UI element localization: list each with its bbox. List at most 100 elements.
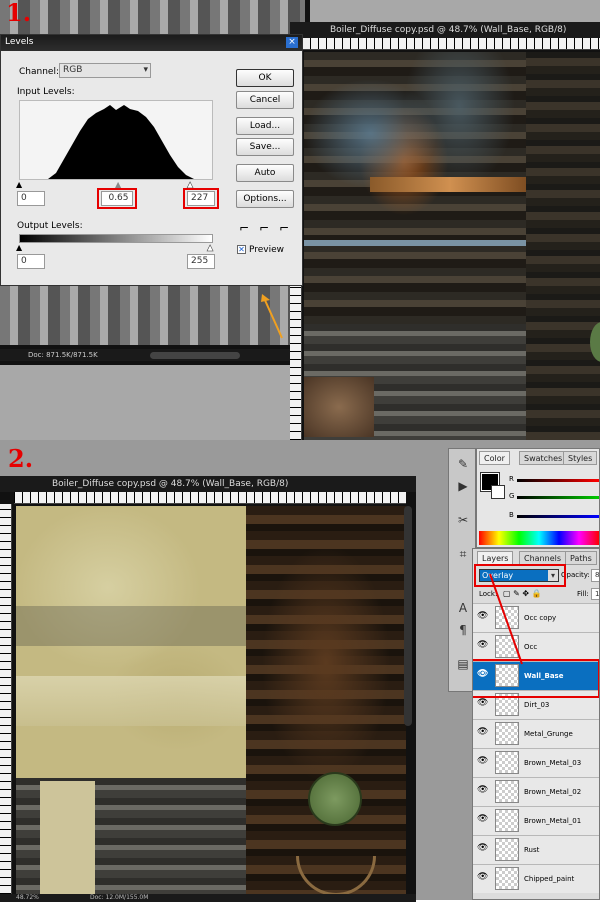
canvas-lower-pale [40, 781, 95, 896]
document-title-2: Boiler_Diffuse copy.psd @ 48.7% (Wall_Ba… [0, 476, 416, 492]
eyedropper-gray-icon[interactable]: ⌐ [259, 221, 269, 235]
layer-name: Chipped_paint [524, 875, 575, 883]
slider-b-label: B [509, 511, 514, 519]
canvas-right-column [526, 52, 600, 442]
vertical-scrollbar[interactable] [404, 506, 412, 726]
close-icon[interactable]: × [286, 37, 298, 48]
input-levels-label: Input Levels: [17, 87, 75, 97]
eye-icon[interactable]: 👁 [477, 873, 488, 882]
channel-select[interactable]: RGB ▾ [59, 63, 151, 78]
opacity-field[interactable]: 89 [591, 569, 599, 582]
canvas-green-disc [308, 772, 362, 826]
fill-field[interactable]: 10 [591, 588, 599, 600]
output-levels-label: Output Levels: [17, 221, 83, 231]
canvas-rust-strip [370, 177, 530, 192]
output-white-field[interactable]: 255 [187, 254, 215, 269]
layer-name: Brown_Metal_01 [524, 817, 582, 825]
background-document-canvas-lower [0, 285, 295, 345]
output-black-field[interactable]: 0 [17, 254, 45, 269]
tab-layers[interactable]: Layers [477, 551, 514, 565]
levels-title-bar: Levels × [1, 35, 302, 51]
output-black-handle[interactable]: ▲ [16, 243, 22, 252]
auto-button[interactable]: Auto [236, 164, 294, 182]
layer-thumbnail [495, 838, 519, 861]
eye-icon[interactable]: 👁 [477, 815, 488, 824]
layer-thumbnail [495, 722, 519, 745]
eye-icon[interactable]: 👁 [477, 786, 488, 795]
channel-label: Channel: [19, 67, 59, 77]
tab-styles[interactable]: Styles [563, 451, 598, 465]
color-spectrum[interactable] [479, 531, 599, 545]
slider-g[interactable] [517, 496, 599, 499]
output-slider-track[interactable]: ▲ ▲ [16, 243, 214, 253]
canvas-lower-rust [304, 377, 374, 437]
brush-icon[interactable]: ✎ [454, 455, 472, 473]
tab-swatches[interactable]: Swatches [519, 451, 568, 465]
eye-icon[interactable]: 👁 [477, 699, 488, 708]
tab-channels[interactable]: Channels [519, 551, 567, 565]
slider-b[interactable] [517, 515, 599, 518]
input-black-field[interactable]: 0 [17, 191, 45, 206]
eye-icon[interactable]: 👁 [477, 757, 488, 766]
ok-button[interactable]: OK [236, 69, 294, 87]
doc-size-readout: Doc: 12.0M/155.0M [90, 894, 149, 901]
canvas-grey-band [16, 606, 246, 646]
left-ruler-2 [0, 504, 12, 894]
highlight-white [183, 188, 219, 209]
layer-thumbnail [495, 751, 519, 774]
histogram [19, 100, 213, 180]
arrow-icon [258, 290, 288, 340]
layer-name: Metal_Grunge [524, 730, 573, 738]
canvas-light-band [304, 240, 526, 246]
tab-paths[interactable]: Paths [565, 551, 597, 565]
output-gradient [19, 234, 213, 243]
color-panel: Color Swatches Styles R G B [476, 448, 600, 548]
annotation-line [489, 573, 523, 665]
slider-r[interactable] [517, 479, 599, 482]
eye-icon[interactable]: 👁 [477, 844, 488, 853]
step-1-label: 1. [6, 0, 32, 27]
layer-name: Brown_Metal_03 [524, 759, 582, 767]
eye-icon[interactable]: 👁 [477, 728, 488, 737]
bg-scrollbar[interactable] [150, 352, 240, 359]
document-title: Boiler_Diffuse copy.psd @ 48.7% (Wall_Ba… [290, 22, 600, 38]
layer-row[interactable]: 👁 Brown_Metal_01 [473, 806, 599, 835]
fill-label: Fill: [577, 590, 589, 598]
step-2-label: 2. [8, 444, 34, 473]
load-button[interactable]: Load... [236, 117, 294, 135]
crop-icon[interactable]: ⌗ [454, 545, 472, 563]
background-swatch[interactable] [491, 485, 505, 499]
layer-row[interactable]: 👁 Chipped_paint [473, 864, 599, 893]
eyedropper-white-icon[interactable]: ⌐ [279, 221, 289, 235]
save-button[interactable]: Save... [236, 138, 294, 156]
bottom-screenshot: 2. Boiler_Diffuse copy.psd @ 48.7% (Wall… [0, 440, 600, 902]
document-window: Boiler_Diffuse copy.psd @ 48.7% (Wall_Ba… [290, 22, 600, 442]
preview-checkbox[interactable]: ✕ [237, 245, 246, 254]
layer-row[interactable]: 👁 Brown_Metal_02 [473, 777, 599, 806]
play-icon[interactable]: ▶ [454, 477, 472, 495]
slider-g-label: G [509, 492, 515, 500]
layer-row[interactable]: 👁 Rust [473, 835, 599, 864]
layer-row[interactable]: 👁 Metal_Grunge [473, 719, 599, 748]
zoom-readout: 48.72% [16, 894, 39, 901]
eyedropper-black-icon[interactable]: ⌐ [239, 221, 249, 235]
cancel-button[interactable]: Cancel [236, 91, 294, 109]
canvas-rust-column [246, 506, 406, 900]
options-button[interactable]: Options... [236, 190, 294, 208]
layer-thumbnail [495, 780, 519, 803]
status-bar-2: 48.72% Doc: 12.0M/155.0M [0, 894, 416, 902]
document-window-2: Boiler_Diffuse copy.psd @ 48.7% (Wall_Ba… [0, 476, 416, 902]
layer-name: Rust [524, 846, 540, 854]
highlight-gamma [97, 188, 137, 209]
layer-thumbnail [495, 867, 519, 890]
output-white-handle[interactable]: ▲ [207, 243, 214, 253]
black-point-handle[interactable]: ▲ [16, 180, 22, 189]
lasso-icon[interactable]: ✂ [454, 511, 472, 529]
canvas-pale-band [16, 676, 246, 726]
tab-color[interactable]: Color [479, 451, 510, 465]
levels-dialog: Levels × Channel: RGB ▾ Input Levels: ▲ … [0, 34, 303, 286]
layer-thumbnail [495, 809, 519, 832]
layer-row[interactable]: 👁 Brown_Metal_03 [473, 748, 599, 777]
input-slider-track[interactable]: ▲ ▲ ▲ [16, 180, 213, 190]
slider-r-label: R [509, 475, 514, 483]
